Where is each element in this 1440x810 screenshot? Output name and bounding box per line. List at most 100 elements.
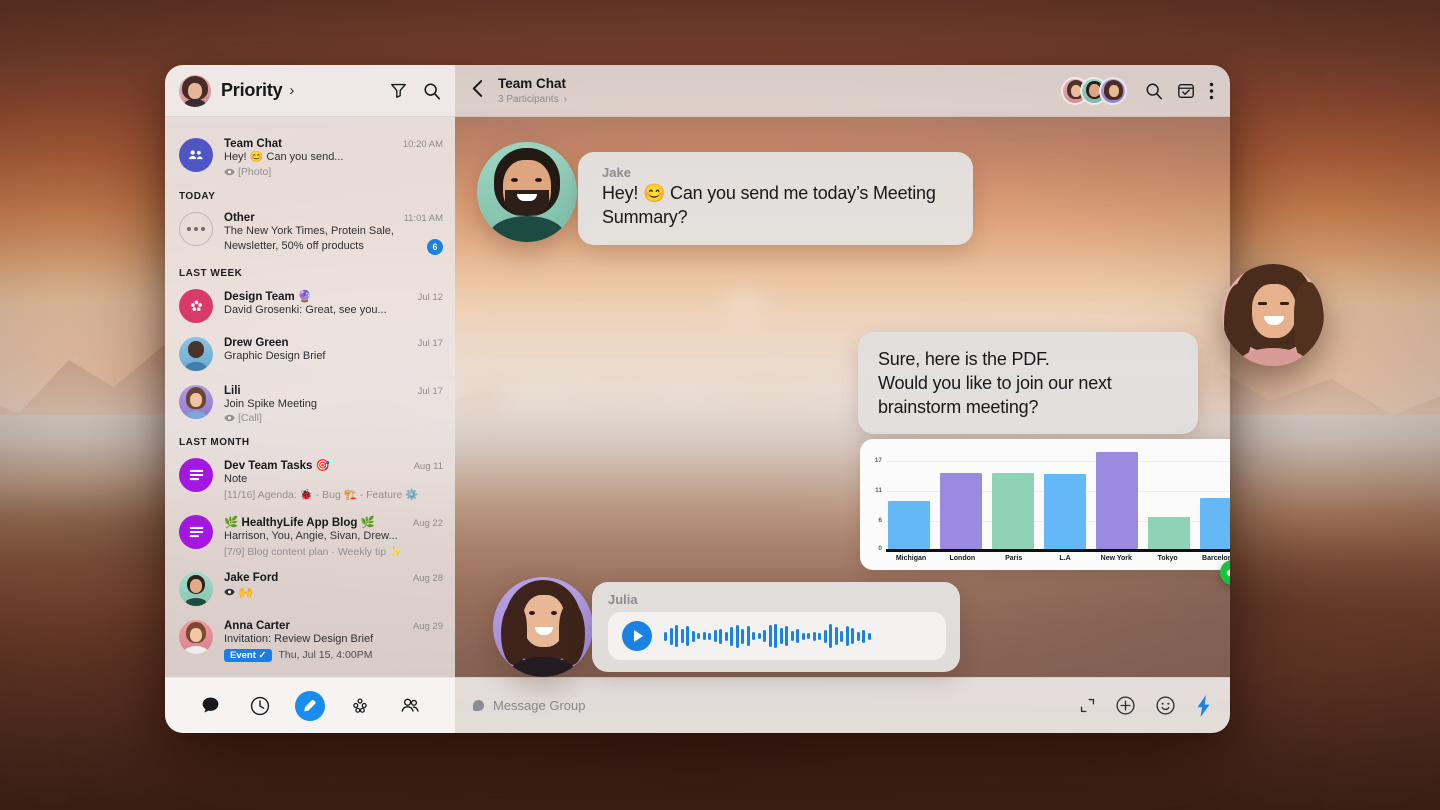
list-item-time: Aug 28 bbox=[412, 572, 443, 584]
message-text-line-2: Would you like to join our next bbox=[878, 372, 1112, 393]
chart-attachment[interactable]: 17 11 6 0 Michigan London Paris L.A New … bbox=[860, 439, 1230, 570]
list-item[interactable]: Drew Green Jul 17 Graphic Design Brief bbox=[165, 330, 455, 378]
note-lines-icon bbox=[189, 470, 203, 481]
list-item-preview: Harrison, You, Angie, Sivan, Drew... bbox=[224, 530, 398, 542]
list-item-preview: The New York Times, Protein Sale, bbox=[224, 224, 394, 237]
list-item[interactable]: Lili Jul 17 Join Spike Meeting [Call] bbox=[165, 378, 455, 432]
message-bubble-incoming[interactable]: Jake Hey! 😊 Can you send me today’s Meet… bbox=[578, 152, 973, 245]
list-item-preview: Invitation: Review Design Brief bbox=[224, 632, 374, 645]
messaging-app-window: Priority › Team Chat 10:20 AM Hey! 😊 Can… bbox=[165, 65, 1230, 733]
avatar[interactable] bbox=[493, 577, 593, 677]
x-axis-tick: New York bbox=[1100, 555, 1132, 562]
search-icon[interactable] bbox=[1145, 82, 1163, 100]
list-item[interactable]: Anna Carter Aug 29 Invitation: Review De… bbox=[165, 613, 455, 669]
archive-check-icon[interactable] bbox=[1177, 82, 1195, 100]
list-item-time: Aug 11 bbox=[413, 461, 443, 473]
group-icon bbox=[188, 150, 203, 160]
chat-participants-label[interactable]: 3 Participants › bbox=[498, 94, 567, 105]
list-item-meta-text: [7/9] Blog content plan · Weekly tip ✨ bbox=[224, 545, 403, 558]
section-label-today: TODAY bbox=[179, 190, 216, 202]
smiley-icon[interactable] bbox=[1155, 695, 1176, 716]
y-axis-tick: 6 bbox=[878, 517, 882, 524]
eye-icon bbox=[224, 168, 235, 175]
bar-michigan bbox=[888, 500, 930, 549]
list-item[interactable]: Jake Ford Aug 28 🙌 bbox=[165, 565, 455, 613]
lightning-bolt-icon[interactable] bbox=[1195, 694, 1212, 718]
list-item-meta: [7/9] Blog content plan · Weekly tip ✨ bbox=[224, 545, 443, 558]
list-item-preview: Note bbox=[224, 473, 248, 486]
list-item-meta-text: [Photo] bbox=[238, 165, 272, 178]
message-bubble-voice[interactable]: Julia bbox=[592, 582, 960, 672]
list-item-time: Jul 17 bbox=[417, 337, 443, 349]
list-item-time: 11:01 AM bbox=[403, 212, 443, 224]
priority-chevron-icon[interactable]: › bbox=[289, 82, 294, 99]
list-item-name: Design Team 🔮 bbox=[224, 290, 313, 303]
chat-pane: Team Chat 3 Participants › Jake Hey! 😊 C… bbox=[455, 65, 1230, 733]
list-item-preview: David Grosenki: Great, see you... bbox=[224, 303, 387, 316]
message-text-line-1: Sure, here is the PDF. bbox=[878, 349, 1050, 369]
avatar bbox=[179, 384, 213, 419]
list-item-name: Lili bbox=[224, 384, 241, 397]
bar-la bbox=[1044, 473, 1086, 549]
avatar bbox=[179, 211, 213, 246]
x-axis-tick: Michigan bbox=[895, 555, 927, 562]
chat-bubble-icon bbox=[202, 697, 218, 713]
audio-waveform[interactable] bbox=[664, 622, 871, 650]
participant-avatars[interactable] bbox=[1061, 76, 1127, 105]
event-datetime: Thu, Jul 15, 4:00PM bbox=[278, 649, 373, 661]
message-input[interactable]: Message Group bbox=[493, 698, 586, 713]
list-item[interactable]: Design Team 🔮 Jul 12 David Grosenki: Gre… bbox=[165, 282, 455, 330]
event-chip[interactable]: Event ✓ bbox=[224, 648, 273, 662]
sidebar-item-chat[interactable] bbox=[195, 691, 225, 721]
search-icon[interactable] bbox=[423, 82, 441, 100]
list-item-preview-2: Newsletter, 50% off products bbox=[224, 240, 364, 253]
bar-series bbox=[888, 447, 1230, 549]
avatar bbox=[179, 138, 213, 172]
sidebar-bottom-nav bbox=[165, 677, 455, 733]
list-item-name: Other bbox=[224, 211, 255, 224]
page-title: Priority bbox=[221, 80, 283, 100]
message-bubble-outgoing[interactable]: Sure, here is the PDF. Would you like to… bbox=[858, 332, 1198, 434]
floating-contact-avatar[interactable] bbox=[1222, 264, 1324, 366]
chat-header: Team Chat 3 Participants › bbox=[455, 65, 1230, 117]
message-text-line-3: brainstorm meeting? bbox=[878, 396, 1039, 417]
conversation-list[interactable]: Team Chat 10:20 AM Hey! 😊 Can you send..… bbox=[165, 117, 455, 677]
participants-count: 3 Participants bbox=[498, 93, 559, 105]
avatar bbox=[179, 515, 213, 549]
plus-circle-icon[interactable] bbox=[1115, 695, 1136, 716]
user-avatar[interactable] bbox=[179, 74, 211, 107]
avatar bbox=[179, 336, 213, 371]
list-item[interactable]: Other 11:01 AM The New York Times, Prote… bbox=[165, 205, 455, 262]
bar-london bbox=[940, 472, 982, 549]
filter-icon[interactable] bbox=[390, 82, 407, 99]
list-item[interactable]: Dev Team Tasks 🎯 Aug 11 Note [11/16] Age… bbox=[165, 451, 455, 508]
sidebar-item-compose[interactable] bbox=[295, 690, 325, 721]
message-list: Jake Hey! 😊 Can you send me today’s Meet… bbox=[455, 117, 1230, 677]
list-item-time: Jul 17 bbox=[417, 385, 443, 397]
list-item-name: Drew Green bbox=[224, 336, 289, 349]
back-chevron-icon[interactable] bbox=[471, 79, 484, 103]
avatar bbox=[179, 288, 213, 323]
message-composer[interactable]: Message Group bbox=[455, 677, 1230, 733]
list-item-meta-text: [11/16] Agenda: 🐞 - Bug 🏗️ - Feature ⚙️ bbox=[224, 489, 419, 501]
list-item-preview: Join Spike Meeting bbox=[224, 397, 317, 410]
avatar[interactable] bbox=[477, 142, 577, 242]
avatar bbox=[1099, 76, 1127, 105]
expand-icon[interactable] bbox=[1079, 697, 1096, 714]
list-item[interactable]: 🌿 HealthyLife App Blog 🌿 Aug 22 Harrison… bbox=[165, 508, 455, 565]
note-lines-icon bbox=[189, 526, 203, 538]
list-item[interactable]: Team Chat 10:20 AM Hey! 😊 Can you send..… bbox=[165, 131, 455, 185]
list-item-meta: [Call] bbox=[224, 412, 443, 424]
more-vertical-icon[interactable] bbox=[1209, 82, 1214, 100]
list-item-name: Jake Ford bbox=[224, 571, 279, 584]
clock-icon bbox=[250, 696, 270, 715]
voice-player[interactable] bbox=[608, 612, 946, 660]
sidebar-item-people[interactable] bbox=[395, 691, 425, 721]
bar-new-york bbox=[1096, 452, 1138, 549]
message-sender: Julia bbox=[608, 592, 638, 607]
sidebar-item-recent[interactable] bbox=[245, 691, 275, 721]
sidebar-item-groups[interactable] bbox=[345, 691, 375, 721]
play-icon[interactable] bbox=[622, 621, 652, 651]
avatar bbox=[179, 619, 213, 654]
people-icon bbox=[401, 698, 419, 712]
